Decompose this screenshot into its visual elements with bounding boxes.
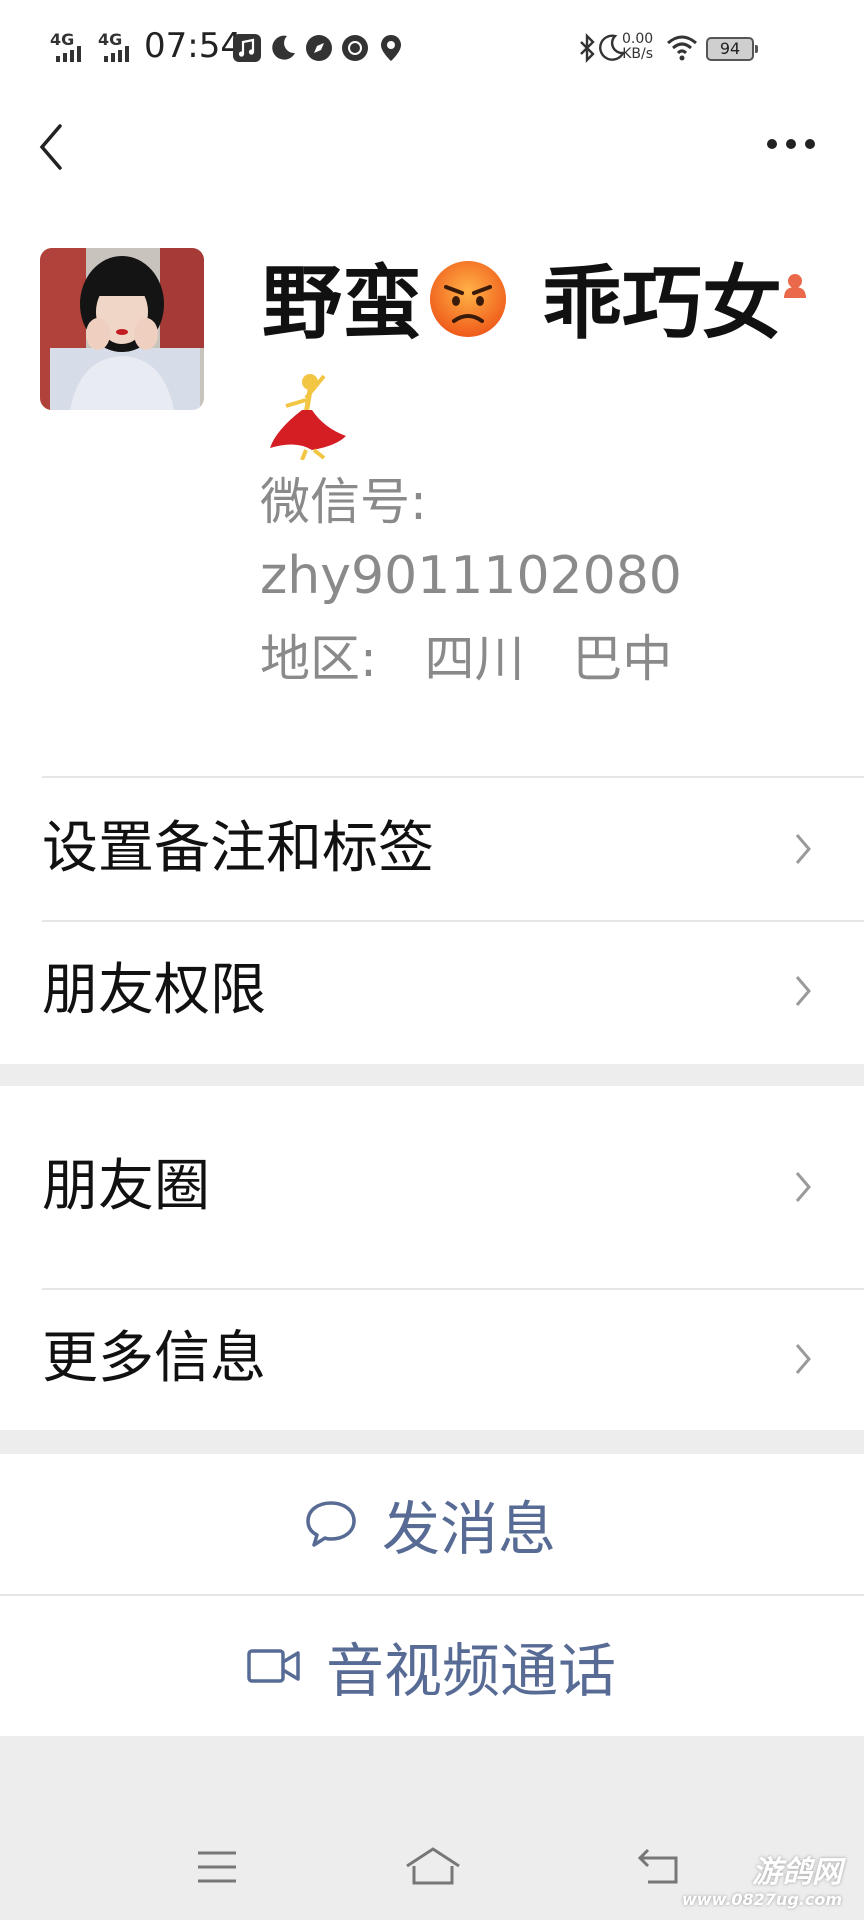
chat-bubble-icon (306, 1501, 356, 1547)
network-speed: 0.00 KB/s (622, 32, 653, 62)
friend-permissions-row[interactable]: 朋友权限 (0, 922, 864, 1064)
send-message-button[interactable]: 发消息 (0, 1454, 864, 1594)
friend-permissions-label: 朋友权限 (42, 958, 266, 1023)
remark-tags-label: 设置备注和标签 (42, 816, 434, 881)
angry-face-emoji-icon (430, 261, 506, 337)
watermark-url: www.0827ug.com (682, 1890, 842, 1909)
nickname-part1: 野蛮 (262, 257, 422, 350)
music-icon (233, 34, 261, 62)
more-info-label: 更多信息 (42, 1326, 266, 1391)
watermark-title: 游鸽网 (752, 1855, 842, 1890)
video-call-label: 音视频通话 (326, 1637, 617, 1705)
video-call-button[interactable]: 音视频通话 (0, 1596, 864, 1736)
speed-value: 0.00 (622, 31, 654, 47)
moon-icon (272, 35, 295, 60)
clock: 07:54 (144, 26, 242, 66)
speed-unit: KB/s (622, 46, 653, 62)
wechat-id-value: zhy9011102080 (260, 546, 682, 606)
moments-label: 朋友圈 (42, 1154, 210, 1219)
more-dots-icon[interactable] (766, 136, 816, 152)
compass-icon (306, 35, 332, 61)
battery-level: 94 (719, 39, 741, 58)
info-section: 朋友圈 更多信息 (0, 1086, 864, 1430)
home-icon[interactable] (404, 1846, 462, 1886)
video-camera-icon (247, 1649, 300, 1683)
wechat-id-label: 微信号: (260, 473, 427, 531)
send-message-label: 发消息 (382, 1495, 557, 1563)
menu-icon[interactable] (196, 1850, 238, 1884)
chevron-right-icon (795, 834, 811, 864)
signal-bars-icon (104, 46, 129, 62)
moments-row[interactable]: 朋友圈 (0, 1086, 864, 1288)
avatar-photo (40, 248, 204, 410)
nickname: 野蛮 乖巧女 (262, 254, 808, 354)
chevron-right-icon (795, 1172, 811, 1202)
chevron-right-icon (795, 976, 811, 1006)
person-emoji-icon (784, 274, 806, 298)
back-icon[interactable] (636, 1846, 682, 1886)
dancer-emoji-icon (270, 374, 346, 460)
chevron-right-icon (795, 1344, 811, 1374)
system-nav-bar: 游鸽网 www.0827ug.com (0, 1736, 864, 1920)
back-chevron-icon[interactable] (36, 122, 66, 172)
battery-indicator: 94 (706, 37, 758, 61)
profile-card: 野蛮 乖巧女 微信号: zhy9011102080 地区: 四川 巴中 (0, 206, 864, 778)
signal-bars-icon (56, 46, 81, 62)
location-pin-icon (381, 35, 401, 61)
top-bar (0, 96, 864, 206)
status-bar: 4G 4G 07:54 0.00 KB/s 94 (0, 0, 864, 96)
remark-tags-row[interactable]: 设置备注和标签 (0, 778, 864, 920)
settings-section: 设置备注和标签 朋友权限 (0, 778, 864, 1064)
watermark: 游鸽网 www.0827ug.com (682, 1856, 842, 1910)
more-info-row[interactable]: 更多信息 (0, 1290, 864, 1430)
nickname-part2: 乖巧女 (542, 257, 782, 350)
app-icon (342, 35, 368, 61)
wifi-icon (667, 35, 697, 61)
avatar[interactable] (40, 248, 204, 410)
region: 地区: 四川 巴中 (260, 630, 673, 688)
